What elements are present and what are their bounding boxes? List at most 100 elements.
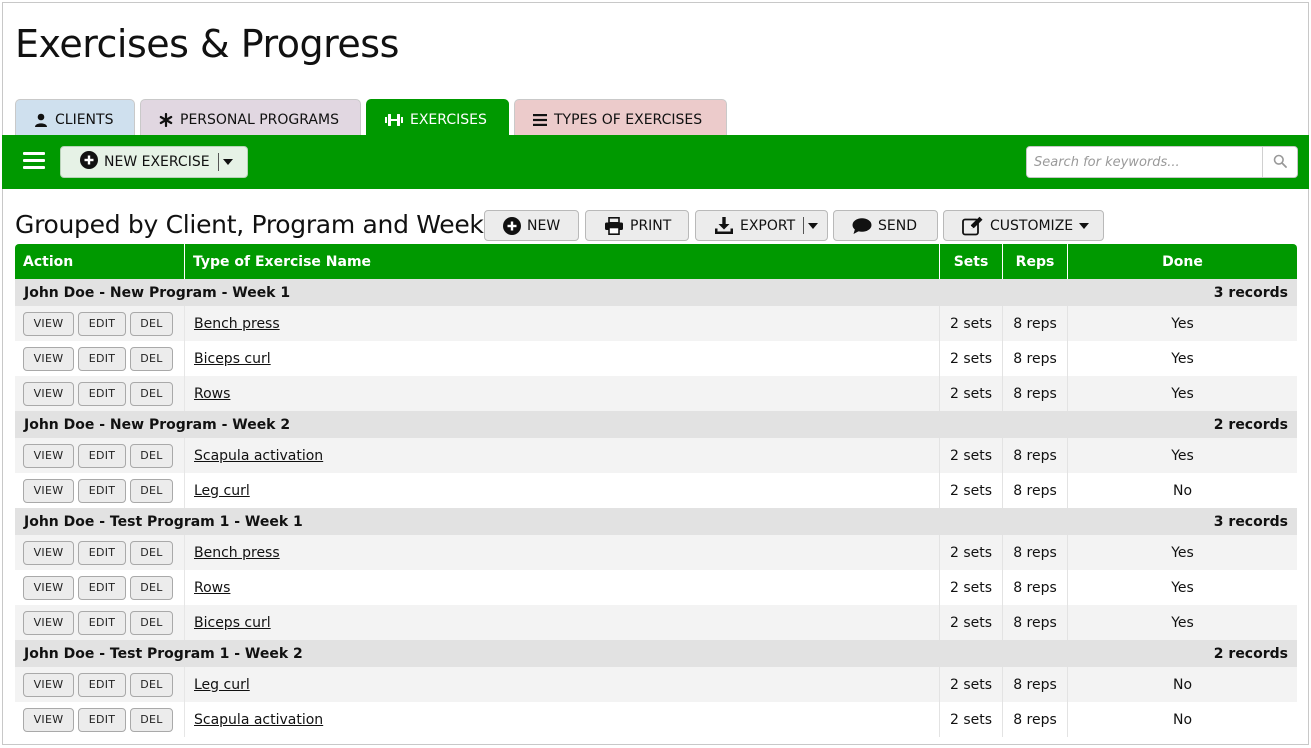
- view-button[interactable]: VIEW: [23, 707, 74, 732]
- customize-button[interactable]: CUSTOMIZE: [943, 210, 1104, 241]
- delete-button[interactable]: DEL: [130, 478, 173, 503]
- search-icon: [1273, 153, 1287, 172]
- cell-reps: 8 reps: [1003, 438, 1068, 473]
- delete-button[interactable]: DEL: [130, 346, 173, 371]
- delete-button[interactable]: DEL: [130, 381, 173, 406]
- edit-button[interactable]: EDIT: [78, 443, 126, 468]
- edit-button[interactable]: EDIT: [78, 346, 126, 371]
- cell-done: No: [1172, 711, 1193, 728]
- exercise-name-link[interactable]: Scapula activation: [194, 448, 323, 464]
- grid-new-button[interactable]: NEW: [484, 210, 579, 241]
- exercise-name-link[interactable]: Bench press: [194, 316, 280, 332]
- tab-clients[interactable]: CLIENTS: [15, 99, 135, 135]
- view-button[interactable]: VIEW: [23, 610, 74, 635]
- view-button[interactable]: VIEW: [23, 478, 74, 503]
- row-actions: VIEW EDIT DEL: [15, 667, 185, 702]
- view-button[interactable]: VIEW: [23, 672, 74, 697]
- hamburger-menu-icon[interactable]: [23, 152, 45, 172]
- button-divider: [217, 153, 219, 171]
- group-record-count: 3 records: [1213, 284, 1288, 301]
- view-button[interactable]: VIEW: [23, 381, 74, 406]
- cell-done: Yes: [1171, 579, 1194, 596]
- table-row: VIEW EDIT DEL Scapula activation 2 sets 8 rep…: [15, 438, 1297, 473]
- row-actions: VIEW EDIT DEL: [15, 438, 185, 473]
- cell-sets: 2 sets: [940, 667, 1003, 702]
- caret-down-icon[interactable]: [222, 159, 233, 165]
- edit-button[interactable]: EDIT: [78, 575, 126, 600]
- cell-name: Rows: [185, 570, 940, 605]
- export-label: EXPORT: [740, 217, 796, 234]
- group-row: John Doe - New Program - Week 2 2 records: [15, 411, 1297, 438]
- view-button[interactable]: VIEW: [23, 540, 74, 565]
- table-row: VIEW EDIT DEL Bench press 2 sets 8 reps Yes: [15, 306, 1297, 341]
- tab-personal-programs[interactable]: PERSONAL PROGRAMS: [140, 99, 361, 135]
- exercise-name-link[interactable]: Biceps curl: [194, 351, 271, 367]
- edit-button[interactable]: EDIT: [78, 478, 126, 503]
- exercise-name-link[interactable]: Rows: [194, 386, 230, 402]
- search-button[interactable]: [1262, 147, 1297, 177]
- export-button[interactable]: EXPORT: [695, 210, 828, 241]
- edit-button[interactable]: EDIT: [78, 610, 126, 635]
- caret-down-icon[interactable]: [808, 222, 819, 229]
- customize-label: CUSTOMIZE: [990, 217, 1074, 234]
- col-header-done[interactable]: Done: [1068, 244, 1297, 279]
- download-icon: [714, 216, 734, 235]
- col-header-reps[interactable]: Reps: [1003, 244, 1068, 279]
- col-header-name[interactable]: Type of Exercise Name: [185, 244, 940, 279]
- send-button[interactable]: SEND: [833, 210, 938, 241]
- view-button[interactable]: VIEW: [23, 311, 74, 336]
- edit-button[interactable]: EDIT: [78, 707, 126, 732]
- tab-types-of-exercises[interactable]: TYPES OF EXERCISES: [514, 99, 727, 135]
- view-button[interactable]: VIEW: [23, 575, 74, 600]
- cell-done: Yes: [1171, 447, 1194, 464]
- main-tabs: CLIENTS PERSONAL PROGRAMS EXERCISES TYPE…: [15, 99, 732, 135]
- tab-label: EXERCISES: [410, 111, 487, 128]
- view-button[interactable]: VIEW: [23, 443, 74, 468]
- col-header-sets[interactable]: Sets: [940, 244, 1003, 279]
- exercise-name-link[interactable]: Scapula activation: [194, 712, 323, 728]
- new-exercise-button[interactable]: NEW EXERCISE: [60, 146, 248, 178]
- edit-button[interactable]: EDIT: [78, 381, 126, 406]
- exercise-name-link[interactable]: Bench press: [194, 545, 280, 561]
- row-actions: VIEW EDIT DEL: [15, 570, 185, 605]
- exercise-name-link[interactable]: Rows: [194, 580, 230, 596]
- delete-button[interactable]: DEL: [130, 672, 173, 697]
- print-button[interactable]: PRINT: [585, 210, 689, 241]
- tab-exercises[interactable]: EXERCISES: [366, 99, 509, 135]
- print-label: PRINT: [630, 217, 672, 234]
- cell-sets: 2 sets: [940, 376, 1003, 411]
- view-button[interactable]: VIEW: [23, 346, 74, 371]
- exercise-name-link[interactable]: Leg curl: [194, 677, 250, 693]
- delete-button[interactable]: DEL: [130, 443, 173, 468]
- delete-button[interactable]: DEL: [130, 575, 173, 600]
- cell-sets: 2 sets: [940, 535, 1003, 570]
- printer-icon: [604, 216, 624, 235]
- edit-button[interactable]: EDIT: [78, 672, 126, 697]
- delete-button[interactable]: DEL: [130, 540, 173, 565]
- cell-sets: 2 sets: [940, 605, 1003, 640]
- cell-name: Biceps curl: [185, 605, 940, 640]
- cell-sets: 2 sets: [940, 306, 1003, 341]
- cell-name: Leg curl: [185, 667, 940, 702]
- edit-button[interactable]: EDIT: [78, 311, 126, 336]
- delete-button[interactable]: DEL: [130, 311, 173, 336]
- cell-reps: 8 reps: [1003, 473, 1068, 508]
- group-record-count: 2 records: [1213, 645, 1288, 662]
- delete-button[interactable]: DEL: [130, 610, 173, 635]
- cell-reps: 8 reps: [1003, 605, 1068, 640]
- search-input[interactable]: [1027, 147, 1263, 177]
- exercise-name-link[interactable]: Leg curl: [194, 483, 250, 499]
- exercise-name-link[interactable]: Biceps curl: [194, 615, 271, 631]
- edit-button[interactable]: EDIT: [78, 540, 126, 565]
- cell-reps: 8 reps: [1003, 667, 1068, 702]
- group-record-count: 2 records: [1213, 416, 1288, 433]
- row-actions: VIEW EDIT DEL: [15, 535, 185, 570]
- send-label: SEND: [878, 217, 917, 234]
- cell-name: Biceps curl: [185, 341, 940, 376]
- delete-button[interactable]: DEL: [130, 707, 173, 732]
- row-actions: VIEW EDIT DEL: [15, 473, 185, 508]
- group-record-count: 3 records: [1213, 513, 1288, 530]
- row-actions: VIEW EDIT DEL: [15, 376, 185, 411]
- button-divider: [803, 217, 805, 234]
- row-actions: VIEW EDIT DEL: [15, 341, 185, 376]
